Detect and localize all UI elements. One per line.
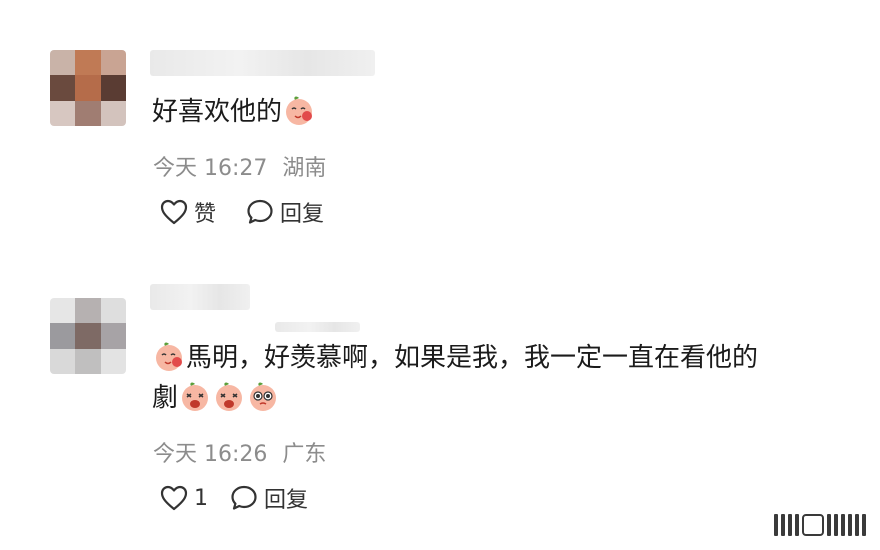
comment-item: 馬明，好羡慕啊，如果是我，我一定一直在看他的 劇 今天 16:26 广东 1 回… bbox=[0, 262, 880, 550]
smiling-peach-emoji bbox=[286, 96, 313, 125]
comment-text: 馬明，好羡慕啊，如果是我，我一定一直在看他的 bbox=[152, 336, 758, 380]
heart-icon bbox=[160, 485, 188, 511]
comment-bubble-icon bbox=[231, 485, 257, 510]
comment-bubble-icon bbox=[247, 199, 273, 224]
reply-label: 回复 bbox=[280, 202, 325, 227]
like-button[interactable]: 赞 bbox=[160, 196, 216, 228]
pleading-peach-emoji bbox=[250, 382, 277, 411]
comment-meta: 今天 16:27 湖南 bbox=[153, 150, 334, 182]
avatar-blurred[interactable] bbox=[50, 50, 126, 126]
crying-peach-emoji bbox=[182, 382, 209, 411]
like-button[interactable]: 1 bbox=[160, 485, 208, 511]
like-count: 1 bbox=[194, 485, 208, 511]
comment-location: 广东 bbox=[282, 442, 327, 467]
reply-button[interactable]: 回复 bbox=[230, 482, 308, 514]
comment-text: 好喜欢他的 bbox=[152, 90, 316, 134]
reply-label: 回复 bbox=[264, 488, 309, 513]
heart-icon bbox=[160, 199, 188, 225]
username-blurred-extra bbox=[275, 322, 360, 332]
comment-text-line2: 劇 bbox=[152, 376, 280, 420]
like-label: 赞 bbox=[194, 202, 217, 227]
comment-time: 今天 16:26 bbox=[153, 442, 268, 467]
username-blurred[interactable] bbox=[150, 284, 250, 310]
comment-actions: 1 回复 bbox=[160, 482, 338, 514]
comment-time: 今天 16:27 bbox=[153, 156, 268, 181]
watermark-logo bbox=[774, 514, 866, 536]
comment-location: 湖南 bbox=[282, 156, 327, 181]
comment-meta: 今天 16:26 广东 bbox=[153, 436, 334, 468]
username-blurred[interactable] bbox=[150, 50, 375, 76]
comment-actions: 赞 回复 bbox=[160, 196, 354, 228]
crying-peach-emoji bbox=[216, 382, 243, 411]
comment-item: 好喜欢他的 今天 16:27 湖南 赞 回复 bbox=[0, 0, 880, 250]
avatar-blurred[interactable] bbox=[50, 298, 126, 374]
smiling-peach-emoji bbox=[156, 342, 182, 371]
reply-button[interactable]: 回复 bbox=[246, 196, 324, 228]
